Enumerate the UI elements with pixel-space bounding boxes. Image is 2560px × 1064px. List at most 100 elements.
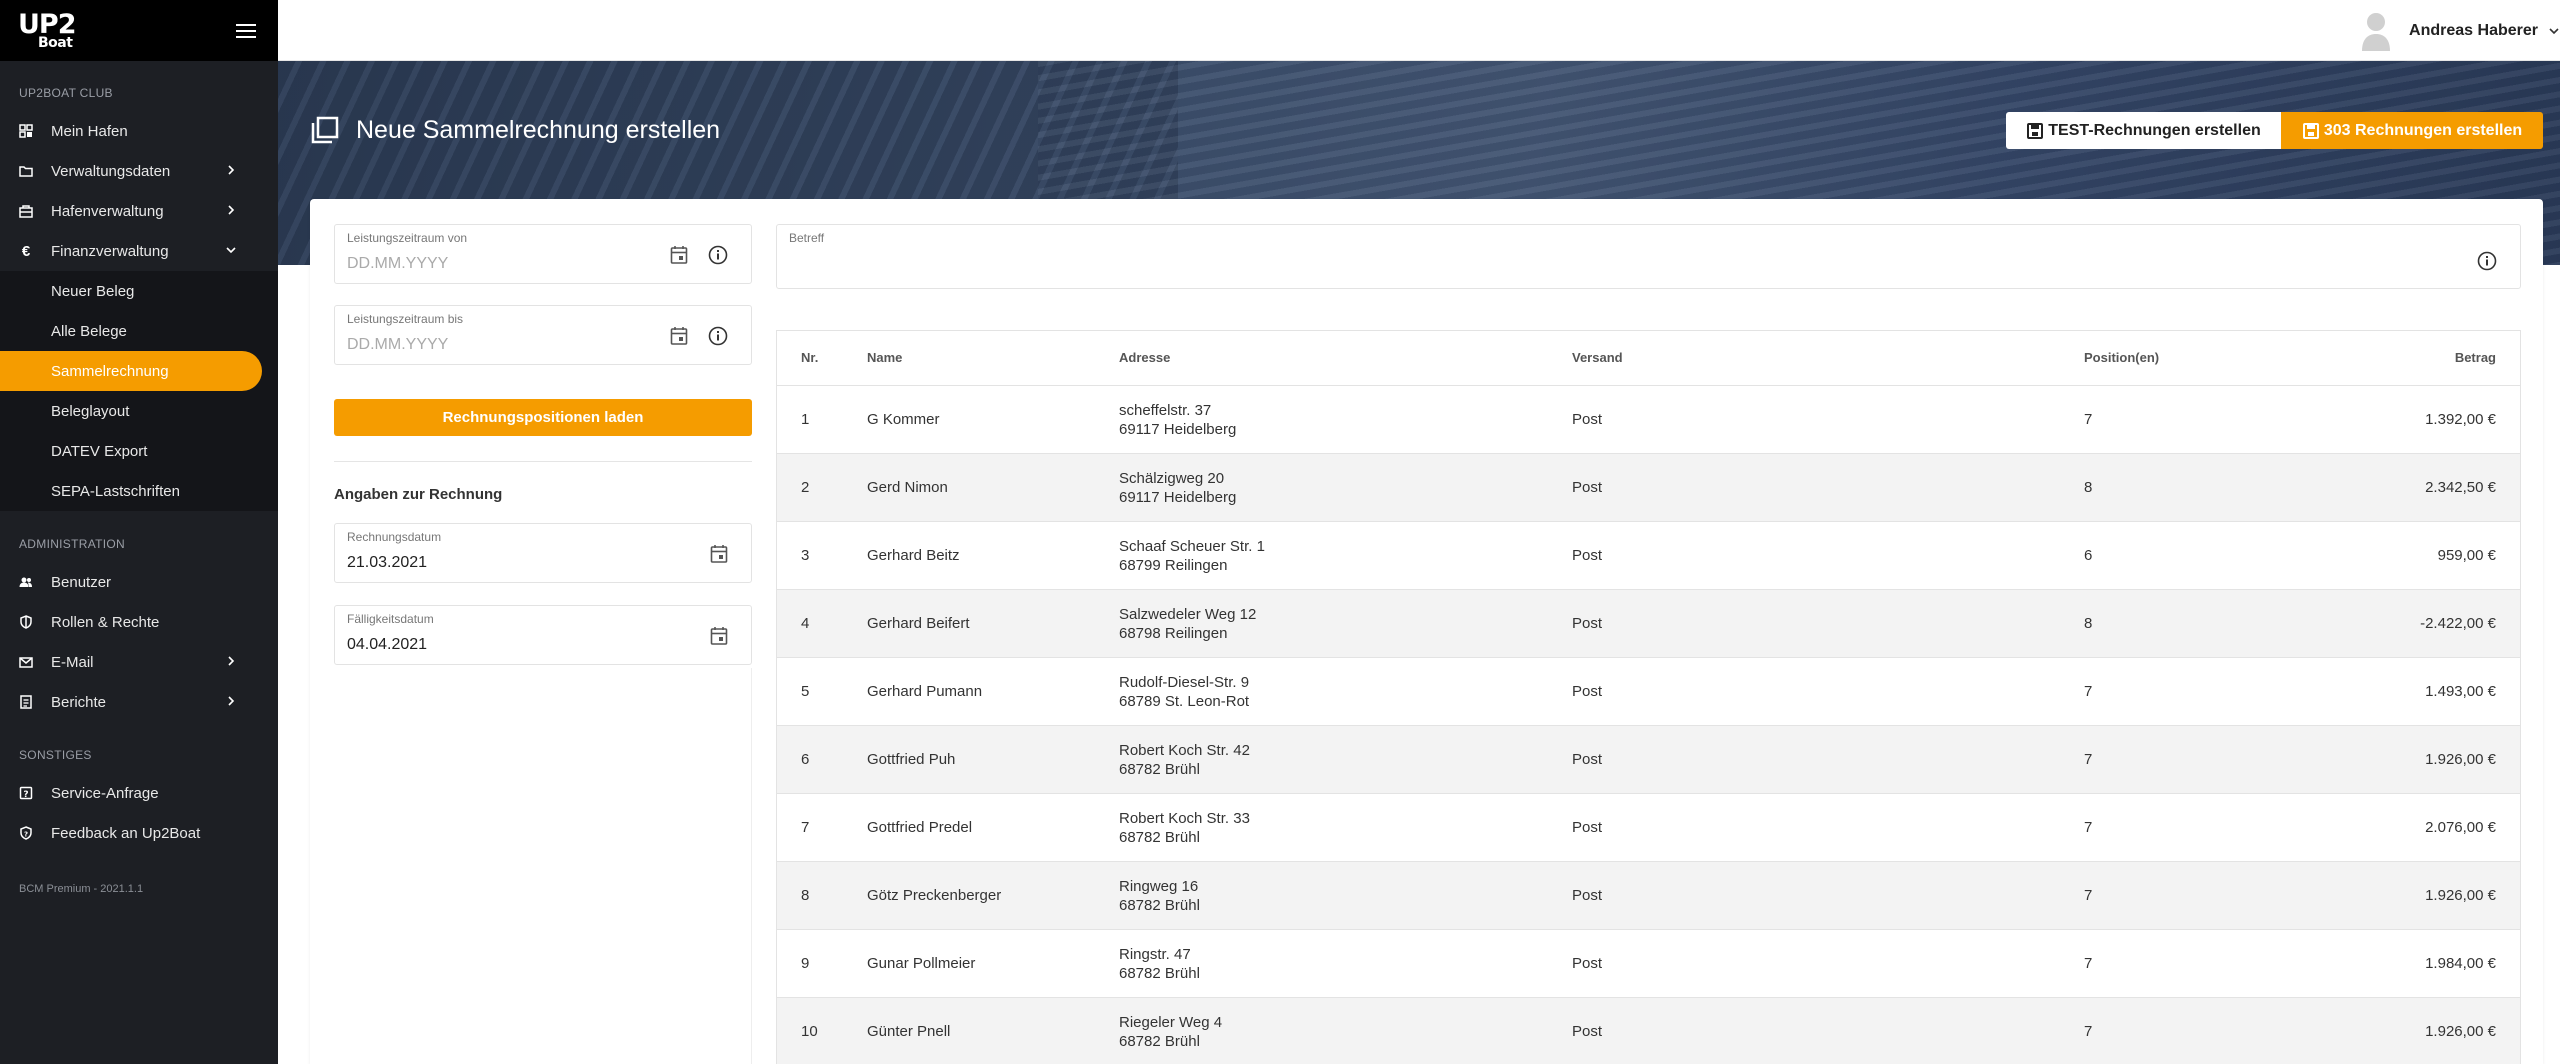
info-icon[interactable]: [708, 326, 728, 346]
svg-text:?: ?: [23, 790, 28, 800]
col-header-address[interactable]: Adresse: [1119, 350, 1170, 365]
table-row[interactable]: 8 Götz Preckenberger Ringweg 16 68782 Brü…: [777, 862, 2520, 930]
sidebar-item-benutzer[interactable]: Benutzer: [0, 562, 278, 602]
address-street: Ringstr. 47: [1119, 946, 1191, 963]
calendar-icon[interactable]: [710, 544, 728, 564]
service-period-to-input[interactable]: DD.MM.YYYY: [347, 336, 448, 354]
col-header-nr[interactable]: Nr.: [801, 350, 818, 365]
table-row[interactable]: 9 Gunar Pollmeier Ringstr. 47 68782 Brühl…: [777, 930, 2520, 998]
calendar-icon[interactable]: [670, 326, 688, 346]
sidebar-item-sepa-lastschriften[interactable]: SEPA-Lastschriften: [0, 471, 278, 511]
create-invoices-button[interactable]: 303 Rechnungen erstellen: [2281, 112, 2543, 149]
info-icon[interactable]: [708, 245, 728, 265]
sidebar-item-finanzverwaltung[interactable]: € Finanzverwaltung: [0, 231, 278, 271]
sidebar-item-hafenverwaltung[interactable]: Hafenverwaltung: [0, 191, 278, 231]
cell-name: Gunar Pollmeier: [867, 955, 976, 972]
user-menu[interactable]: Andreas Haberer: [2361, 0, 2560, 61]
cell-shipping: Post: [1572, 683, 1603, 700]
address-street: scheffelstr. 37: [1119, 402, 1212, 419]
table-row[interactable]: 6 Gottfried Puh Robert Koch Str. 42 68782…: [777, 726, 2520, 794]
hamburger-menu-icon[interactable]: [236, 23, 256, 38]
cell-name: Götz Preckenberger: [867, 887, 1002, 904]
sidebar-item-alle-belege[interactable]: Alle Belege: [0, 311, 278, 351]
logo-text-up2: UP2: [18, 9, 76, 40]
table-row[interactable]: 5 Gerhard Pumann Rudolf-Diesel-Str. 9 687…: [777, 658, 2520, 726]
load-invoice-items-button[interactable]: Rechnungspositionen laden: [334, 399, 752, 436]
address-street: Riegeler Weg 4: [1119, 1014, 1223, 1031]
cell-positions: 7: [2084, 683, 2093, 700]
sidebar-item-berichte[interactable]: Berichte: [0, 682, 278, 722]
col-header-shipping[interactable]: Versand: [1572, 350, 1623, 365]
cell-positions: 8: [2084, 615, 2093, 632]
sidebar-item-service-anfrage[interactable]: ? Service-Anfrage: [0, 773, 278, 813]
service-period-from-field[interactable]: Leistungszeitraum von DD.MM.YYYY: [334, 224, 752, 284]
create-invoices-label: 303 Rechnungen erstellen: [2323, 121, 2523, 139]
invoice-date-field[interactable]: Rechnungsdatum 21.03.2021: [334, 523, 752, 583]
address-street: Rudolf-Diesel-Str. 9: [1119, 674, 1250, 691]
chevron-right-icon: [228, 165, 235, 175]
invoice-table: Nr. Name Adresse Versand Position(en) Be…: [776, 330, 2521, 1064]
service-period-from-input[interactable]: DD.MM.YYYY: [347, 255, 448, 273]
due-date-field[interactable]: Fälligkeitsdatum 04.04.2021: [334, 605, 752, 665]
address-city: 68782 Brühl: [1119, 897, 1200, 914]
chevron-right-icon: [228, 656, 235, 666]
table-row[interactable]: 3 Gerhard Beitz Schaaf Scheuer Str. 1 687…: [777, 522, 2520, 590]
table-row[interactable]: 10 Günter Pnell Riegeler Weg 4 68782 Brüh…: [777, 998, 2520, 1064]
address-city: 69117 Heidelberg: [1119, 421, 1237, 438]
sidebar-item-rollen-rechte[interactable]: Rollen & Rechte: [0, 602, 278, 642]
field-label: Fälligkeitsdatum: [347, 612, 434, 626]
sidebar-item-mein-hafen[interactable]: Mein Hafen: [0, 111, 278, 151]
test-invoices-button[interactable]: TEST-Rechnungen erstellen: [2006, 112, 2281, 149]
cell-nr: 8: [801, 887, 810, 904]
cell-nr: 7: [801, 819, 810, 836]
section-label-sonstiges: SONSTIGES: [19, 748, 92, 762]
field-label: Leistungszeitraum von: [347, 231, 468, 245]
sidebar-item-neuer-beleg[interactable]: Neuer Beleg: [0, 271, 278, 311]
topbar: Andreas Haberer: [278, 0, 2560, 61]
cell-address: Schaaf Scheuer Str. 1 68799 Reilingen: [1119, 537, 1265, 575]
cell-address: Rudolf-Diesel-Str. 9 68789 St. Leon-Rot: [1119, 673, 1249, 711]
cell-positions: 7: [2084, 887, 2093, 904]
cell-name: Gottfried Puh: [867, 751, 956, 768]
calendar-icon[interactable]: [710, 626, 728, 646]
up2boat-logo[interactable]: UP2 Boat: [18, 11, 76, 50]
cell-shipping: Post: [1572, 479, 1603, 496]
sidebar-item-verwaltungsdaten[interactable]: Verwaltungsdaten: [0, 151, 278, 191]
page-title-wrap: Neue Sammelrechnung erstellen: [310, 115, 720, 145]
col-header-positions[interactable]: Position(en): [2084, 350, 2159, 365]
cell-positions: 7: [2084, 1023, 2093, 1040]
sidebar-item-label: Feedback an Up2Boat: [51, 824, 201, 842]
calendar-icon[interactable]: [670, 245, 688, 265]
sidebar-item-label: Benutzer: [51, 573, 112, 591]
sidebar-item-feedback[interactable]: ? Feedback an Up2Boat: [0, 813, 278, 853]
harbor-icon: [19, 204, 33, 218]
sidebar-item-datev-export[interactable]: DATEV Export: [0, 431, 278, 471]
sidebar-item-sammelrechnung[interactable]: Sammelrechnung: [0, 351, 262, 391]
subject-field[interactable]: Betreff: [776, 224, 2521, 289]
report-icon: [19, 695, 33, 709]
cell-nr: 2: [801, 479, 810, 496]
due-date-input[interactable]: 04.04.2021: [347, 636, 427, 654]
address-street: Salzwedeler Weg 12: [1119, 606, 1257, 623]
cell-name: G Kommer: [867, 411, 940, 428]
col-header-name[interactable]: Name: [867, 350, 902, 365]
address-city: 68782 Brühl: [1119, 761, 1200, 778]
info-icon[interactable]: [2477, 251, 2497, 271]
table-row[interactable]: 2 Gerd Nimon Schälzigweg 20 69117 Heidelb…: [777, 454, 2520, 522]
invoice-date-input[interactable]: 21.03.2021: [347, 554, 427, 572]
service-period-to-field[interactable]: Leistungszeitraum bis DD.MM.YYYY: [334, 305, 752, 365]
table-row[interactable]: 1 G Kommer scheffelstr. 37 69117 Heidelbe…: [777, 386, 2520, 454]
sidebar-item-label: Rollen & Rechte: [51, 613, 160, 631]
cell-nr: 4: [801, 615, 810, 632]
cell-nr: 9: [801, 955, 810, 972]
table-row[interactable]: 7 Gottfried Predel Robert Koch Str. 33 68…: [777, 794, 2520, 862]
sidebar-item-beleglayout[interactable]: Beleglayout: [0, 391, 278, 431]
col-header-amount[interactable]: Betrag: [2455, 350, 2496, 365]
cell-address: Robert Koch Str. 42 68782 Brühl: [1119, 741, 1250, 779]
table-row[interactable]: 4 Gerhard Beifert Salzwedeler Weg 12 6879…: [777, 590, 2520, 658]
sidebar-item-e-mail[interactable]: E-Mail: [0, 642, 278, 682]
version-label: BCM Premium - 2021.1.1: [19, 883, 144, 895]
cell-nr: 10: [801, 1023, 818, 1040]
address-city: 68782 Brühl: [1119, 1033, 1200, 1050]
address-city: 68798 Reilingen: [1119, 625, 1228, 642]
